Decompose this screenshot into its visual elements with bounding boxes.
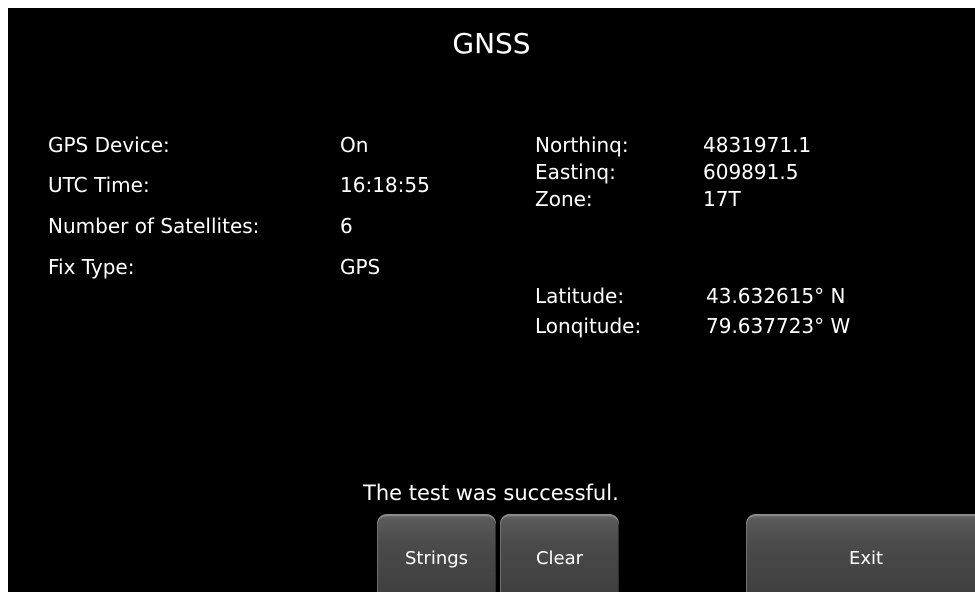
page-title: GNSS bbox=[452, 27, 531, 60]
strings-button[interactable]: Strings bbox=[377, 514, 496, 592]
fix-type-value: GPS bbox=[340, 255, 381, 279]
zone-label: Zone: bbox=[535, 187, 593, 211]
gps-device-value: On bbox=[340, 133, 369, 157]
latitude-label: Latitude: bbox=[535, 284, 625, 308]
northing-value: 4831971.1 bbox=[703, 133, 812, 157]
clear-button[interactable]: Clear bbox=[500, 514, 619, 592]
longitude-label: Lonqitude: bbox=[535, 314, 642, 338]
clear-button-label: Clear bbox=[535, 548, 584, 569]
gps-device-label: GPS Device: bbox=[48, 133, 170, 157]
fix-type-label: Fix Type: bbox=[48, 255, 135, 279]
longitude-value: 79.637723° W bbox=[706, 314, 851, 338]
latitude-value: 43.632615° N bbox=[706, 284, 846, 308]
result-message: The test was successful. bbox=[363, 481, 619, 505]
satellites-label: Number of Satellites: bbox=[48, 214, 260, 238]
easting-value: 609891.5 bbox=[703, 160, 799, 184]
satellites-value: 6 bbox=[340, 214, 353, 238]
northing-label: Northinq: bbox=[535, 133, 629, 157]
easting-label: Eastinq: bbox=[535, 160, 616, 184]
gnss-screen: GNSS GPS Device: On UTC Time: 16:18:55 N… bbox=[8, 8, 975, 592]
strings-button-label: Strings bbox=[404, 548, 469, 569]
exit-button-label: Exit bbox=[848, 548, 884, 569]
utc-time-value: 16:18:55 bbox=[340, 173, 430, 197]
zone-value: 17T bbox=[703, 187, 741, 211]
exit-button[interactable]: Exit bbox=[746, 514, 975, 592]
utc-time-label: UTC Time: bbox=[48, 173, 150, 197]
